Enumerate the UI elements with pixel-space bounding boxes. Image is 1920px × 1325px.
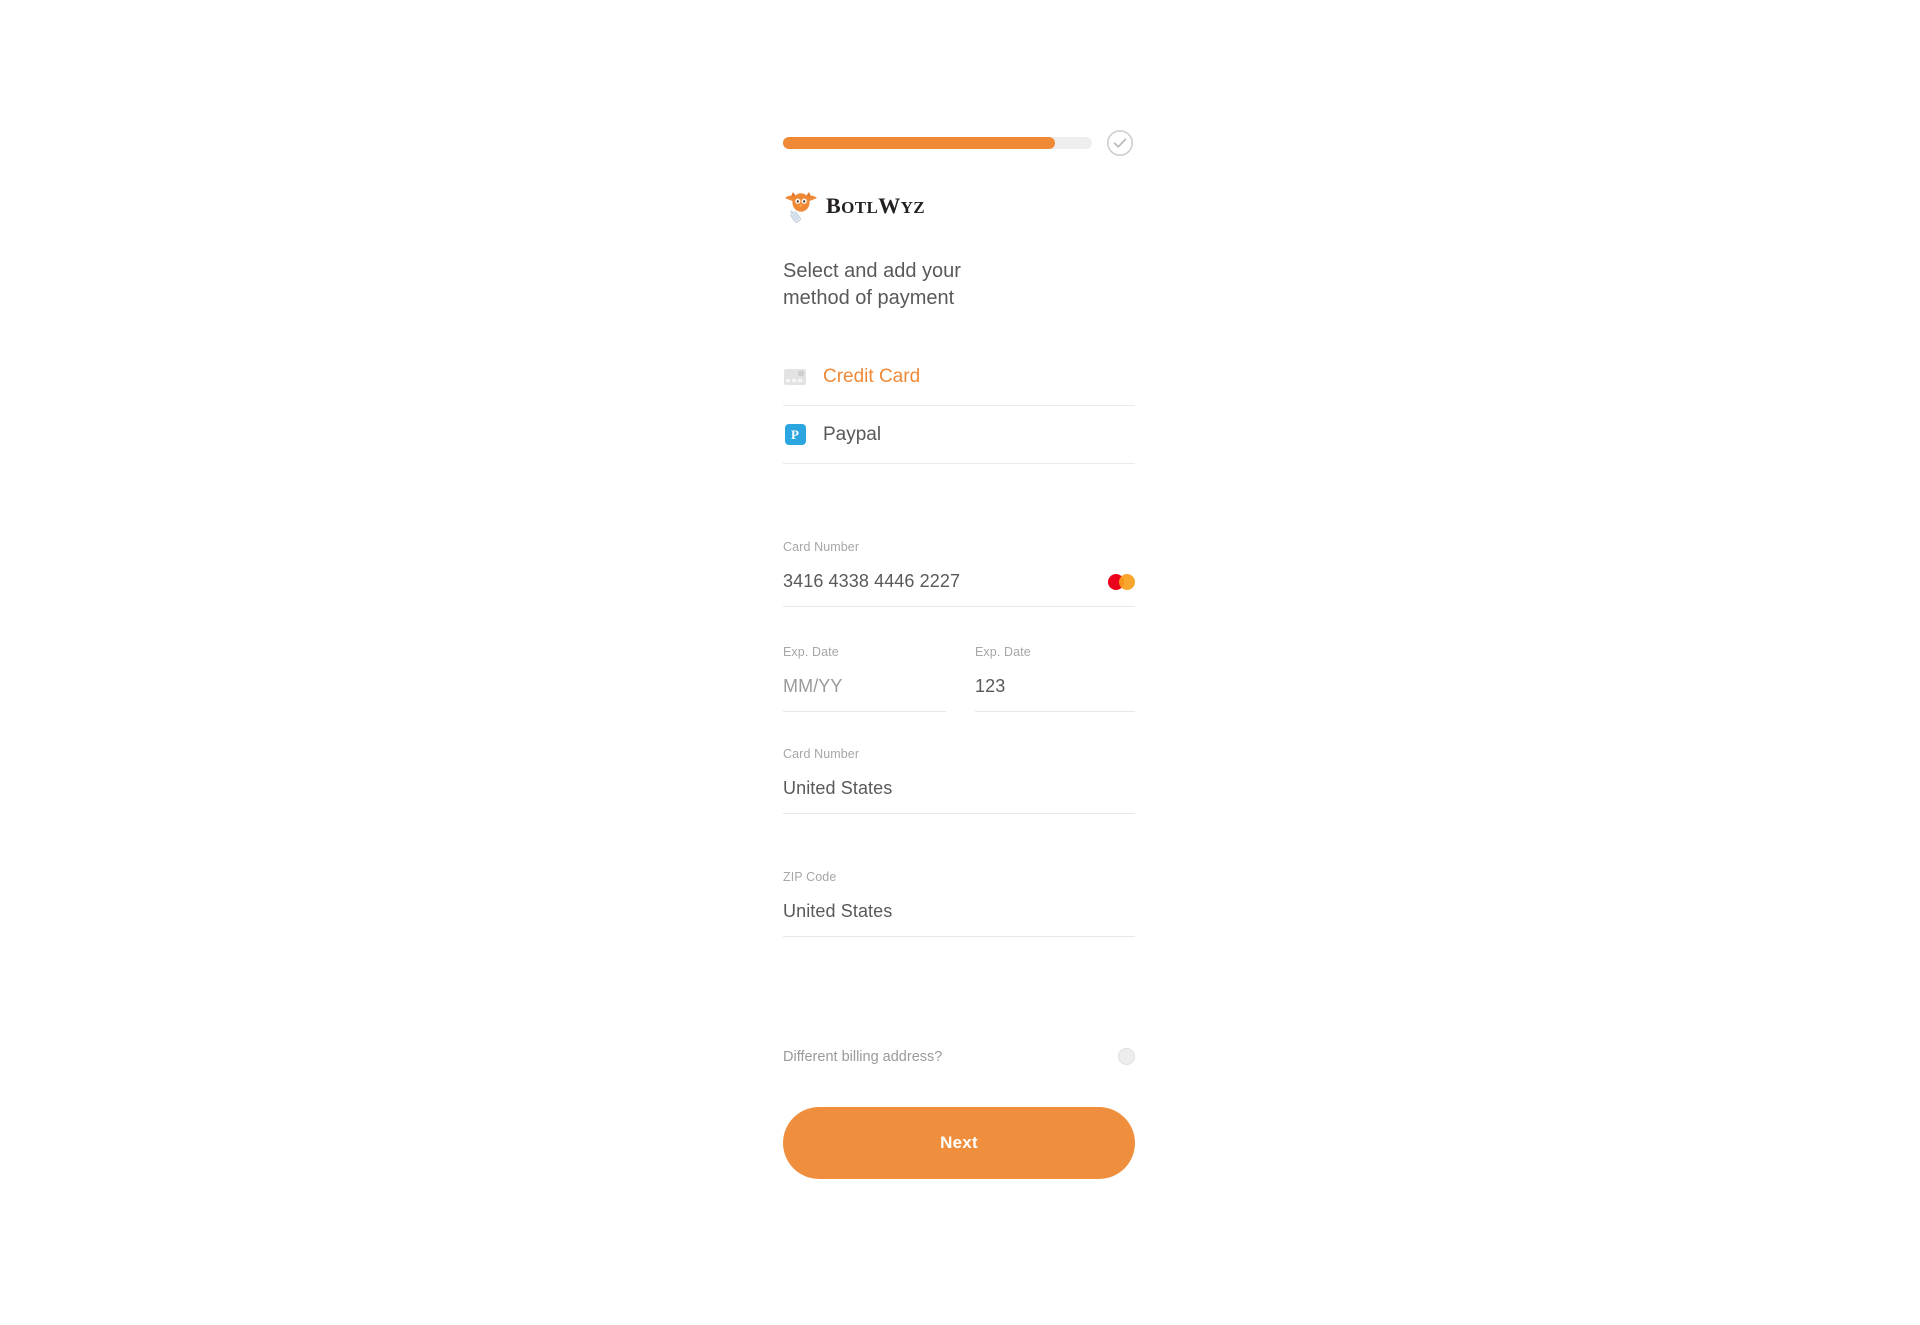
owl-with-bottle-logo-icon	[783, 187, 819, 225]
zip-code-field: ZIP Code United States	[783, 870, 1135, 937]
cvv-value[interactable]: 123	[975, 676, 1135, 697]
exp-date-value-row[interactable]: MM/YY	[783, 676, 946, 712]
card-number-field: Card Number 3416 4338 4446 2227	[783, 540, 1135, 607]
credit-card-icon	[783, 365, 807, 389]
payment-method-credit-card-label: Credit Card	[823, 365, 921, 387]
zip-code-label: ZIP Code	[783, 870, 837, 884]
payment-method-paypal[interactable]: P Paypal	[783, 406, 1135, 464]
different-billing-address-label: Different billing address?	[783, 1048, 943, 1065]
progress-indicator	[783, 129, 1135, 157]
mastercard-icon	[1108, 573, 1135, 590]
check-circle-icon	[1106, 129, 1134, 157]
card-number-value-row[interactable]: 3416 4338 4446 2227	[783, 571, 1135, 607]
card-number-value[interactable]: 3416 4338 4446 2227	[783, 571, 1108, 592]
progress-track	[783, 137, 1092, 149]
page-title: Select and add your method of payment	[783, 258, 1083, 312]
progress-fill	[783, 137, 1055, 149]
payment-method-list: Credit Card P Paypal	[783, 348, 1135, 464]
brand-wordmark: BOTLWYZ	[826, 193, 926, 218]
exp-date-field: Exp. Date MM/YY	[783, 645, 946, 712]
payment-form-column: BOTLWYZ Select and add your method of pa…	[783, 0, 1135, 1325]
cvv-field: Exp. Date 123	[975, 645, 1135, 712]
zip-code-value-row[interactable]: United States	[783, 901, 1135, 937]
different-billing-address-radio[interactable]	[1118, 1048, 1135, 1065]
next-button[interactable]: Next	[783, 1107, 1135, 1179]
cvv-label: Exp. Date	[975, 645, 1031, 659]
country-label: Card Number	[783, 747, 860, 761]
cvv-value-row[interactable]: 123	[975, 676, 1135, 712]
exp-date-value[interactable]: MM/YY	[783, 676, 946, 697]
exp-date-label: Exp. Date	[783, 645, 839, 659]
zip-code-value[interactable]: United States	[783, 901, 1135, 922]
page-title-line-1: Select and add your	[783, 260, 961, 282]
payment-method-paypal-label: Paypal	[823, 423, 882, 445]
payment-method-credit-card[interactable]: Credit Card	[783, 348, 1135, 406]
country-field: Card Number United States	[783, 747, 1135, 814]
page-title-line-2: method of payment	[783, 287, 955, 309]
country-value[interactable]: United States	[783, 778, 1135, 799]
card-number-label: Card Number	[783, 540, 860, 554]
paypal-icon: P	[783, 423, 807, 447]
paypal-icon-glyph: P	[784, 424, 806, 445]
country-value-row[interactable]: United States	[783, 778, 1135, 814]
different-billing-address-row: Different billing address?	[783, 1048, 1135, 1065]
brand-logo: BOTLWYZ	[783, 186, 925, 226]
